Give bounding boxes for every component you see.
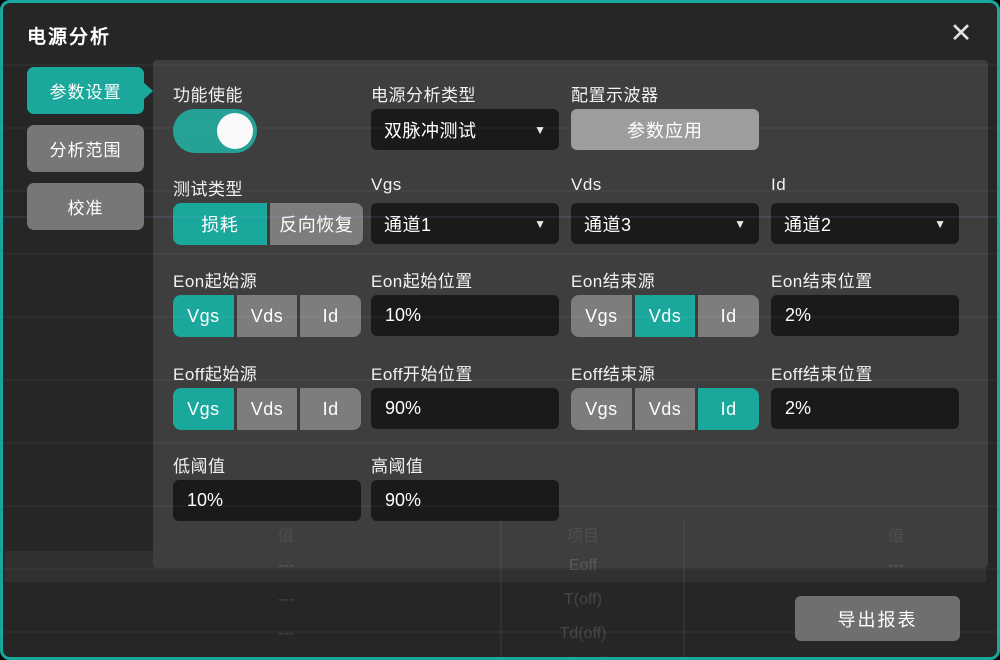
eoff-start-source-vgs[interactable]: Vgs <box>173 388 234 430</box>
eoff-end-source-segmented: Vgs Vds Id <box>571 388 759 430</box>
id-channel-dropdown[interactable]: 通道2 ▼ <box>771 203 959 244</box>
eon-end-source-vgs[interactable]: Vgs <box>571 295 632 337</box>
test-type-segmented: 损耗 反向恢复 <box>173 203 363 245</box>
eoff-end-position-label: Eoff结束位置 <box>771 360 959 380</box>
eoff-end-source-id[interactable]: Id <box>695 388 759 430</box>
dropdown-value: 通道2 <box>784 211 832 237</box>
low-threshold-input[interactable]: 10% <box>173 480 361 521</box>
function-enable-toggle[interactable] <box>173 109 257 153</box>
eoff-start-source-id[interactable]: Id <box>297 388 361 430</box>
eoff-end-source-vgs[interactable]: Vgs <box>571 388 632 430</box>
sidebar-item-label: 校准 <box>68 194 104 219</box>
parameter-settings-panel: 功能使能 电源分析类型 双脉冲测试 ▼ 配置示波器 参数应用 测试类型 损耗 反… <box>153 60 988 568</box>
export-report-button[interactable]: 导出报表 <box>795 596 960 641</box>
config-scope-label: 配置示波器 <box>571 81 759 101</box>
vgs-channel-dropdown[interactable]: 通道1 ▼ <box>371 203 559 244</box>
bg-table-cell: --- <box>216 625 356 643</box>
test-type-option-reverse-recovery[interactable]: 反向恢复 <box>267 203 364 245</box>
power-analysis-dialog: 值 项目 值 --- Eoff --- --- T(off) --- Td(of… <box>0 0 1000 660</box>
bg-table-cell: T(off) <box>513 591 653 609</box>
apply-parameters-button[interactable]: 参数应用 <box>571 109 759 150</box>
chevron-down-icon: ▼ <box>534 123 546 137</box>
close-icon[interactable]: ✕ <box>943 15 979 51</box>
chevron-down-icon: ▼ <box>734 217 746 231</box>
vgs-label: Vgs <box>371 175 559 195</box>
chevron-down-icon: ▼ <box>534 217 546 231</box>
eon-start-source-label: Eon起始源 <box>173 267 361 287</box>
sidebar-item-label: 参数设置 <box>50 78 122 103</box>
high-threshold-input[interactable]: 90% <box>371 480 559 521</box>
eoff-start-position-input[interactable]: 90% <box>371 388 559 429</box>
eoff-end-position-input[interactable]: 2% <box>771 388 959 429</box>
eon-end-source-id[interactable]: Id <box>695 295 759 337</box>
sidebar-item-analysis-range[interactable]: 分析范围 <box>27 125 144 172</box>
eoff-start-position-label: Eoff开始位置 <box>371 360 559 380</box>
analysis-type-dropdown[interactable]: 双脉冲测试 ▼ <box>371 109 559 150</box>
eon-start-source-vds[interactable]: Vds <box>234 295 298 337</box>
analysis-type-label: 电源分析类型 <box>371 81 559 101</box>
toggle-knob <box>217 113 253 149</box>
eon-end-source-vds[interactable]: Vds <box>632 295 696 337</box>
function-enable-label: 功能使能 <box>173 81 361 101</box>
eon-start-source-segmented: Vgs Vds Id <box>173 295 361 337</box>
eoff-end-source-vds[interactable]: Vds <box>632 388 696 430</box>
eon-start-position-input[interactable]: 10% <box>371 295 559 336</box>
eon-start-source-vgs[interactable]: Vgs <box>173 295 234 337</box>
eon-start-position-label: Eon起始位置 <box>371 267 559 287</box>
sidebar-item-label: 分析范围 <box>50 136 122 161</box>
eoff-end-source-label: Eoff结束源 <box>571 360 759 380</box>
id-label: Id <box>771 175 959 195</box>
high-threshold-label: 高阈值 <box>371 452 559 472</box>
eon-end-position-input[interactable]: 2% <box>771 295 959 336</box>
bg-table-cell: --- <box>216 591 356 609</box>
sidebar-item-calibration[interactable]: 校准 <box>27 183 144 230</box>
eon-end-source-segmented: Vgs Vds Id <box>571 295 759 337</box>
eon-end-position-label: Eon结束位置 <box>771 267 959 287</box>
eoff-start-source-label: Eoff起始源 <box>173 360 361 380</box>
dropdown-value: 通道1 <box>384 211 432 237</box>
test-type-label: 测试类型 <box>173 175 361 195</box>
bg-table-cell-partial: T(total) <box>513 655 653 660</box>
dropdown-value: 双脉冲测试 <box>384 117 477 143</box>
vds-label: Vds <box>571 175 759 195</box>
eoff-start-source-segmented: Vgs Vds Id <box>173 388 361 430</box>
low-threshold-label: 低阈值 <box>173 452 361 472</box>
dialog-title: 电源分析 <box>27 22 111 49</box>
eon-end-source-label: Eon结束源 <box>571 267 759 287</box>
vds-channel-dropdown[interactable]: 通道3 ▼ <box>571 203 759 244</box>
bg-table-cell: Td(off) <box>513 625 653 643</box>
test-type-option-loss[interactable]: 损耗 <box>173 203 267 245</box>
eoff-start-source-vds[interactable]: Vds <box>234 388 298 430</box>
eon-start-source-id[interactable]: Id <box>297 295 361 337</box>
chevron-down-icon: ▼ <box>934 217 946 231</box>
sidebar-item-parameter-settings[interactable]: 参数设置 <box>27 67 144 114</box>
dropdown-value: 通道3 <box>584 211 632 237</box>
